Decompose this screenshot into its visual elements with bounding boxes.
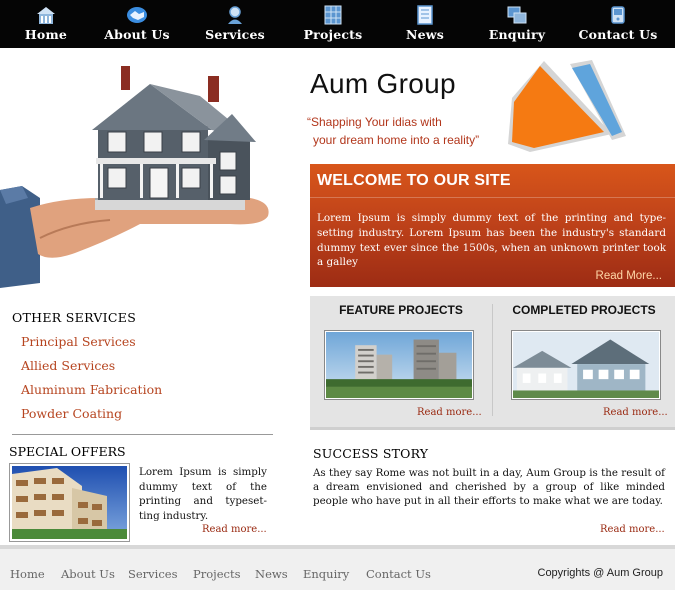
- brand-title: Aum Group: [310, 68, 456, 99]
- feature-projects-read-more-link[interactable]: Read more...: [417, 407, 482, 418]
- other-services-list: Principal Services Allied Services Alumi…: [21, 334, 162, 430]
- footer-link-projects[interactable]: Projects: [193, 567, 241, 581]
- brand-logo: [508, 60, 626, 152]
- completed-projects-section: COMPLETED PROJECTS Read more...: [493, 296, 675, 427]
- completed-projects-title: COMPLETED PROJECTS: [512, 303, 656, 317]
- left-column-divider: [12, 434, 273, 435]
- nav-projects[interactable]: Projects: [293, 0, 373, 48]
- nav-about-us-label: About Us: [104, 27, 170, 42]
- footer-link-enquiry[interactable]: Enquiry: [303, 567, 349, 581]
- nav-home-label: Home: [24, 27, 68, 42]
- nav-news-label: News: [406, 27, 444, 42]
- special-offers-title: SPECIAL OFFERS: [9, 444, 126, 459]
- projects-panel: FEATURE PROJECTS Read more... COMPLETED …: [310, 296, 675, 427]
- welcome-text: Lorem Ipsum is simply dummy text of the …: [317, 212, 666, 269]
- special-offers-read-more-link[interactable]: Read more...: [202, 524, 267, 535]
- footer-link-home[interactable]: Home: [10, 567, 45, 581]
- completed-project-image[interactable]: [511, 330, 661, 400]
- enquiry-icon: [507, 6, 527, 24]
- footer-link-services[interactable]: Services: [128, 567, 178, 581]
- feature-project-image[interactable]: [324, 330, 474, 400]
- special-offers-text: Lorem Ipsum is simply dummy text of the …: [139, 466, 267, 522]
- nav-news[interactable]: News: [385, 0, 465, 48]
- building-icon: [324, 5, 342, 25]
- footer-link-news[interactable]: News: [255, 567, 288, 581]
- brand-tagline: “Shapping Your idias with your dream hom…: [307, 113, 507, 149]
- welcome-read-more-link[interactable]: Read More...: [596, 270, 662, 282]
- nav-services-label: Services: [205, 27, 265, 42]
- footer-link-about-us[interactable]: About Us: [61, 567, 115, 581]
- feature-projects-section: FEATURE PROJECTS Read more...: [310, 296, 492, 427]
- nav-contact-us[interactable]: Contact Us: [578, 0, 658, 48]
- footer-copyright: Copyrights @ Aum Group: [537, 567, 664, 579]
- handshake-icon: [127, 7, 147, 23]
- projects-bottom-border: [310, 427, 675, 430]
- nav-enquiry-label: Enquiry: [488, 27, 546, 42]
- service-link-aluminum-fabrication[interactable]: Aluminum Fabrication: [21, 382, 162, 406]
- phone-icon: [611, 6, 625, 24]
- hero-house-in-hand-image: [0, 66, 269, 288]
- service-link-allied[interactable]: Allied Services: [21, 358, 162, 382]
- home-icon: [37, 7, 55, 24]
- nav-projects-label: Projects: [303, 27, 363, 42]
- welcome-panel: WELCOME TO OUR SITE Lorem Ipsum is simpl…: [310, 164, 675, 287]
- brand-tagline-line2: your dream home into a reality”: [313, 133, 480, 147]
- service-link-principal[interactable]: Principal Services: [21, 334, 162, 358]
- nav-contact-us-label: Contact Us: [578, 27, 658, 42]
- success-story-read-more-link[interactable]: Read more...: [600, 524, 665, 535]
- welcome-title: WELCOME TO OUR SITE: [317, 172, 511, 189]
- success-story-title: SUCCESS STORY: [313, 446, 429, 461]
- feature-projects-title: FEATURE PROJECTS: [339, 303, 463, 317]
- service-link-powder-coating[interactable]: Powder Coating: [21, 406, 162, 430]
- nav-services[interactable]: Services: [195, 0, 275, 48]
- other-services-title: OTHER SERVICES: [12, 310, 137, 325]
- nav-enquiry[interactable]: Enquiry: [477, 0, 557, 48]
- footer-link-contact-us[interactable]: Contact Us: [366, 567, 431, 581]
- special-offer-image[interactable]: [9, 463, 130, 542]
- success-story-text: As they say Rome was not built in a day,…: [313, 467, 665, 507]
- top-navigation: Home About Us Services Projects News Enq…: [0, 0, 675, 48]
- brand-tagline-line1: “Shapping Your idias with: [307, 115, 442, 129]
- nav-about-us[interactable]: About Us: [97, 0, 177, 48]
- footer: Home About Us Services Projects News Enq…: [0, 545, 675, 590]
- welcome-divider: [310, 197, 675, 198]
- newspaper-icon: [417, 5, 433, 25]
- completed-projects-read-more-link[interactable]: Read more...: [603, 407, 668, 418]
- person-icon: [228, 6, 242, 24]
- nav-home[interactable]: Home: [6, 0, 86, 48]
